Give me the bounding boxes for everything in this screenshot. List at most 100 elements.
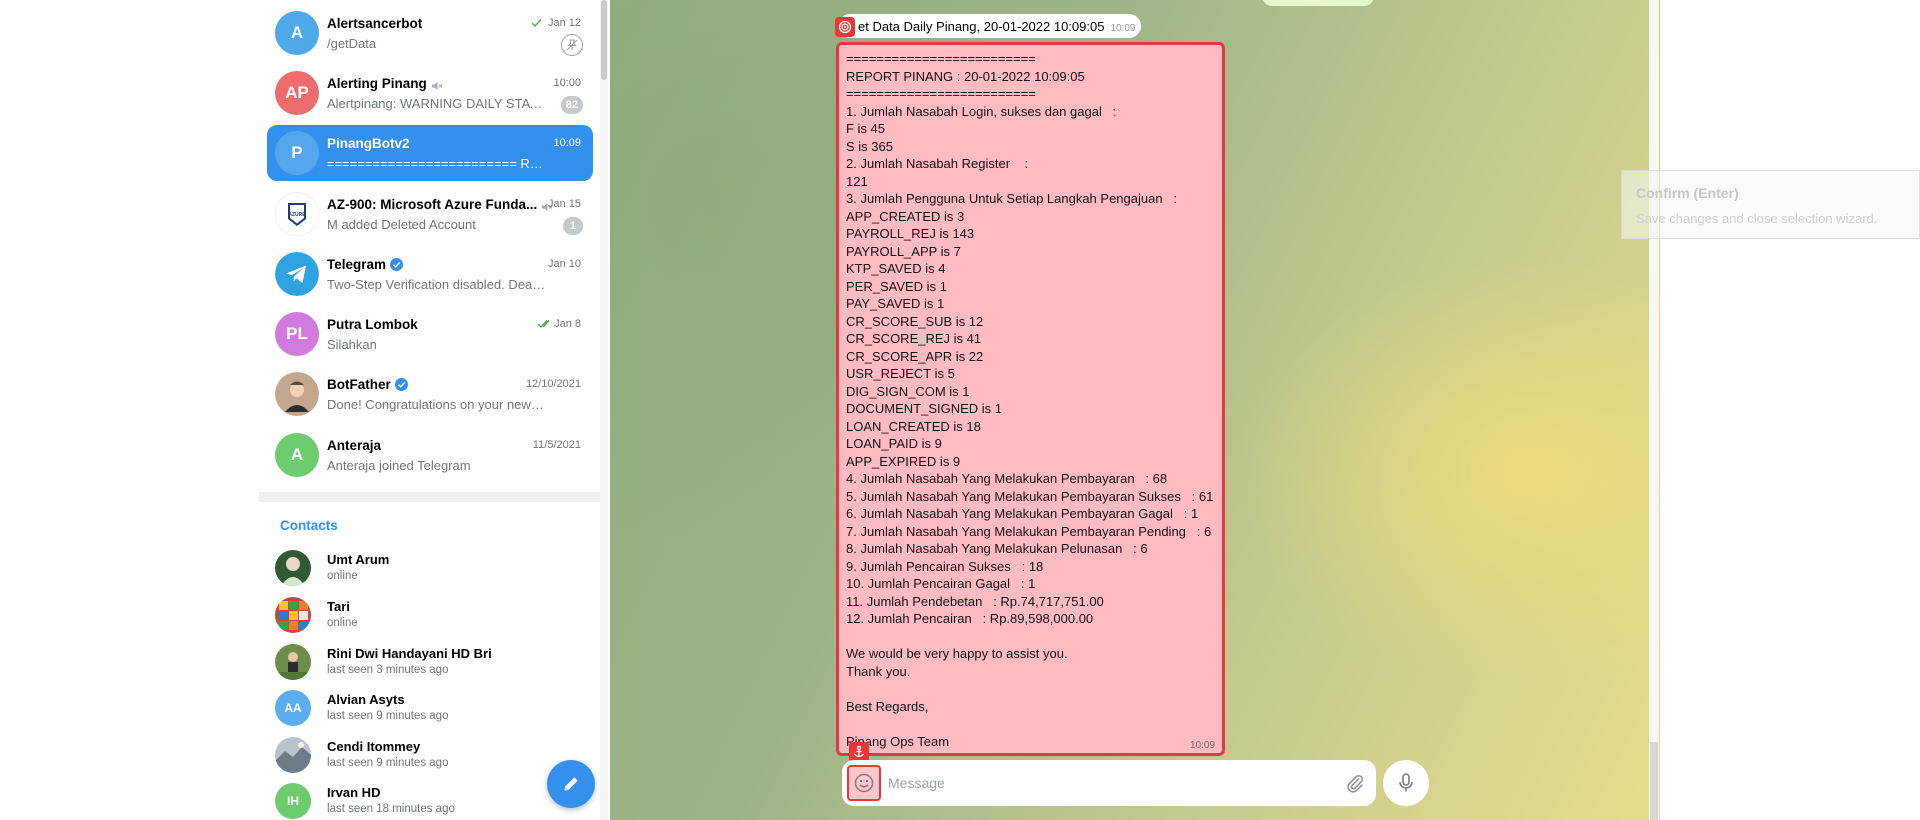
chat-time-text: 11/5/2021 (532, 439, 581, 451)
chat-time: Jan 12 (531, 17, 581, 29)
message-line: S is 365 (846, 138, 893, 154)
chat-time: Jan 15 (548, 198, 581, 210)
contact-name: Rini Dwi Handayani HD Bri (327, 646, 492, 661)
contact-item[interactable]: AA Alvian Asyts last seen 9 minutes ago (267, 686, 593, 730)
message-line (846, 628, 1221, 646)
chat-title-text: Alertsancerbot (327, 16, 423, 31)
contact-avatar: AA (275, 690, 311, 726)
message-line: 1. Jumlah Nasabah Login, sukses dan gaga… (846, 103, 1117, 119)
microphone-icon (1399, 773, 1413, 792)
target-icon[interactable] (835, 17, 855, 37)
message-header-time: 10:09 (1110, 22, 1136, 34)
message-header-text: et Data Daily Pinang, 20-01-2022 10:09:0… (858, 18, 1105, 34)
chat-title-text: PinangBotv2 (327, 136, 410, 151)
chat-avatar: PL (275, 312, 319, 356)
paperclip-icon[interactable] (1344, 772, 1366, 794)
chat-time-text: 12/10/2021 (525, 378, 581, 390)
contact-avatar (275, 737, 311, 773)
contact-item[interactable]: IH Irvan HD last seen 18 minutes ago (267, 779, 593, 820)
chat-item[interactable]: BotFather 12/10/2021 Done! Congratulations… (267, 366, 593, 422)
contact-avatar (275, 550, 311, 586)
contact-avatar (275, 597, 311, 633)
chat-title: AZ-900: Microsoft Azure Funda... (327, 197, 553, 212)
message-line: 121 (846, 173, 868, 189)
message-line: APP_CREATED is 3 (846, 208, 965, 224)
chat-time: 10:00 (553, 77, 581, 89)
message-line: CR_SCORE_SUB is 12 (846, 313, 984, 329)
emoji-button[interactable] (847, 765, 881, 801)
chat-title-text: AZ-900: Microsoft Azure Funda... (327, 197, 538, 212)
message-line: 10. Jumlah Pencairan Gagal : 1 (846, 576, 1036, 591)
chat-scrollbar[interactable] (1649, 0, 1659, 820)
chat-time: 11/5/2021 (533, 439, 581, 451)
chat-avatar: A (275, 433, 319, 477)
contact-item[interactable]: Tari online (267, 593, 593, 637)
contact-status: online (327, 570, 358, 582)
contacts-section-title: Contacts (280, 518, 338, 533)
contact-item[interactable]: Umt Arum online (267, 546, 593, 590)
chat-preview: Anteraja joined Telegram (327, 458, 471, 473)
smile-icon (854, 773, 874, 793)
chat-item[interactable]: A Anteraja 11/5/2021 Anteraja joined Telegr… (267, 427, 593, 483)
pin-icon (561, 34, 583, 56)
chat-title: PinangBotv2 (327, 136, 410, 151)
contact-item[interactable]: Cendi Itommey last seen 9 minutes ago (267, 733, 593, 777)
anchor-icon[interactable] (849, 742, 869, 762)
message-line: DOCUMENT_SIGNED is 1 (846, 401, 1003, 416)
chat-sidebar: A Alertsancerbot Jan 12/getData AP Alerting … (259, 0, 600, 820)
chat-title-text: Telegram (327, 257, 387, 272)
contact-status: online (327, 617, 358, 629)
chat-avatar (275, 252, 319, 296)
message-line: Thank you. (846, 663, 911, 679)
new-message-button[interactable] (547, 760, 595, 808)
chat-item[interactable]: Telegram Jan 10 Two-Step Verification disa… (267, 246, 593, 302)
chat-preview: M added Deleted Account (327, 217, 476, 232)
chat-time: Jan 10 (548, 258, 581, 270)
chat-preview: /getData (327, 36, 377, 51)
chat-title: Anteraja (327, 438, 381, 453)
message-line: CR_SCORE_REJ is 41 (846, 331, 982, 346)
chat-preview: Done! Congratulations on your new bot. Y… (327, 397, 547, 412)
chat-scroll-thumb[interactable] (1650, 742, 1658, 820)
message-line: ========================= (846, 51, 1036, 66)
voice-message-button[interactable] (1383, 760, 1429, 806)
message-line: 9. Jumlah Pencairan Sukses : 18 (846, 558, 1044, 574)
message-line (846, 680, 1221, 698)
message-line: 8. Jumlah Nasabah Yang Melakukan Pelunas… (846, 541, 1148, 556)
chat-item[interactable]: AZURE AZ-900: Microsoft Azure Funda... Jan… (267, 186, 593, 242)
message-input[interactable] (888, 773, 1328, 793)
chat-time-text: Jan 8 (554, 318, 581, 330)
chat-time-text: Jan 10 (547, 258, 581, 270)
message-line: USR_REJECT is 5 (846, 366, 955, 381)
message-line: REPORT PINANG : 20-01-2022 10:09:05 (846, 68, 1085, 84)
sidebar-scroll-thumb[interactable] (601, 0, 607, 80)
message-line: 11. Jumlah Pendebetan : Rp.74,717,751.00 (846, 593, 1104, 609)
message-line: KTP_SAVED is 4 (846, 261, 946, 276)
message-line: Pinang Ops Team (846, 733, 950, 749)
chat-title-text: Putra Lombok (327, 317, 418, 332)
chat-item[interactable]: P PinangBotv2 10:09 =======================… (267, 125, 593, 181)
tooltip-description: Save changes and close selection wizard. (1636, 211, 1878, 226)
contact-avatar (275, 644, 311, 680)
contact-item[interactable]: Rini Dwi Handayani HD Bri last seen 3 min… (267, 640, 593, 684)
message-line: 3. Jumlah Pengguna Untuk Setiap Langkah … (846, 191, 1178, 206)
sidebar-scrollbar[interactable] (600, 0, 608, 820)
message-line: 7. Jumlah Nasabah Yang Melakukan Pembaya… (846, 523, 1212, 539)
contact-name: Cendi Itommey (327, 739, 421, 754)
message-line: Best Regards, (846, 698, 929, 714)
chat-item[interactable]: PL Putra Lombok Jan 8 Silahkan (267, 306, 593, 362)
chat-time-text: 10:00 (553, 77, 581, 89)
chat-time: Jan 8 (537, 318, 581, 330)
tooltip-title: Confirm (Enter) (1636, 185, 1739, 201)
chat-item[interactable]: AP Alerting Pinang 10:00 Alertpinang: WARNI… (267, 65, 593, 121)
chat-title-text: Anteraja (327, 438, 382, 453)
contact-status: last seen 3 minutes ago (327, 664, 449, 676)
chat-title: Telegram (327, 257, 404, 272)
chat-avatar: AP (275, 71, 319, 115)
chat-avatar: P (275, 131, 319, 175)
chat-title-text: Alerting Pinang (327, 76, 427, 91)
chat-preview: Two-Step Verification disabled. Dear Anc… (327, 277, 547, 292)
svg-text:AZURE: AZURE (288, 212, 306, 218)
chat-item[interactable]: A Alertsancerbot Jan 12/getData (267, 5, 593, 61)
chat-avatar: AZURE (275, 192, 319, 236)
